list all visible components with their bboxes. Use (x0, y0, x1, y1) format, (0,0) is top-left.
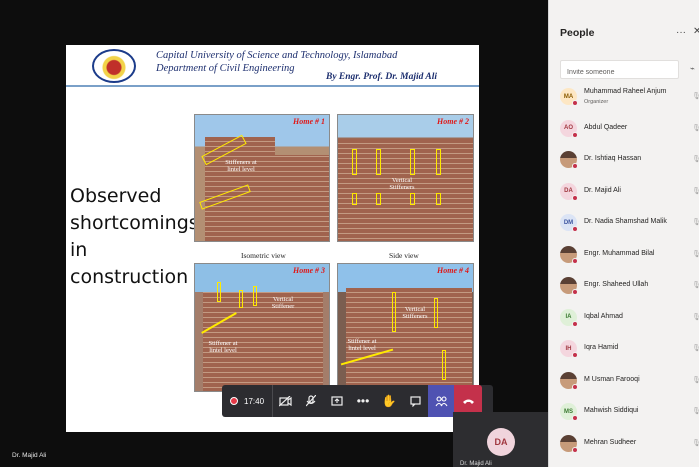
share-link-icon[interactable]: ⌁ (690, 64, 695, 73)
mic-off-icon: 🎙 (692, 408, 699, 415)
slide-header: Capital University of Science and Techno… (66, 45, 479, 87)
photo-label: Home # 3 (293, 266, 325, 275)
participant-name: Muhammad Raheel Anjum (584, 88, 667, 95)
photo-note: Vertical Stiffeners (389, 177, 415, 191)
people-panel: People ··· ✕ ⌁ MAMuhammad Raheel AnjumOr… (548, 0, 699, 467)
home-3-photo: Vertical Stiffener Stiffener at lintel l… (194, 263, 330, 392)
participant-name: Dr. Nadia Shamshad Malik (584, 218, 667, 225)
participant-item[interactable]: DM Dr. Nadia Shamshad Malik 🎙 (549, 212, 699, 240)
slide-heading: Observed shortcomings in construction (70, 185, 199, 288)
photo-label: Home # 2 (437, 117, 469, 126)
mic-off-icon: 🎙 (692, 187, 699, 195)
photo-caption: Isometric view (241, 251, 286, 260)
mic-off-icon: 🎙 (692, 250, 699, 258)
presence-indicator (572, 383, 578, 390)
participant-item[interactable]: Engr. Muhammad Bilal 🎙 (549, 244, 699, 272)
photo-note: Stiffeners at lintel level (225, 159, 257, 173)
close-icon[interactable]: ✕ (693, 26, 699, 37)
mic-off-icon: 🎙 (692, 219, 699, 226)
participant-item[interactable]: Mehran Sudheer 🎙 (549, 433, 699, 461)
participant-item[interactable]: Engr. Shaheed Ullah 🎙 (549, 275, 699, 303)
university-name: Capital University of Science and Techno… (156, 50, 398, 61)
mute-button[interactable] (298, 385, 324, 417)
participant-name: Mehran Sudheer (584, 438, 637, 446)
mic-off-icon: 🎙 (692, 93, 699, 100)
department-name: Department of Civil Engineering (156, 63, 295, 74)
presence-indicator (572, 131, 578, 138)
participant-item[interactable]: MS Mahwish Siddiqui 🎙 (549, 401, 699, 429)
people-panel-title: People (560, 27, 595, 39)
home-1-photo: Stiffeners at lintel level Home # 1 (194, 114, 330, 242)
self-avatar: DA (487, 428, 515, 456)
mic-off-icon: 🎙 (692, 439, 699, 447)
participant-name: Iqbal Ahmad (584, 312, 623, 320)
presenter-name: Dr. Majid Ali (12, 452, 47, 459)
presence-indicator (572, 352, 578, 358)
photo-note: Stiffener at lintel level (347, 338, 377, 352)
presence-indicator (572, 226, 578, 232)
photo-label: Home # 1 (293, 117, 325, 126)
participant-item[interactable]: DA Dr. Majid Ali 🎙 (549, 181, 699, 209)
photo-note: Vertical Stiffener (271, 296, 295, 310)
slide-author: By Engr. Prof. Dr. Majid Ali (326, 72, 438, 82)
hand-icon: ✋ (381, 394, 397, 408)
presence-indicator (572, 194, 578, 201)
presence-indicator (572, 257, 578, 264)
mic-off-icon: 🎙 (692, 345, 699, 352)
presence-indicator (572, 415, 578, 421)
participant-name: Abdul Qadeer (584, 123, 628, 131)
participant-item[interactable]: IH Iqra Hamid 🎙 (549, 338, 699, 366)
home-2-photo: Vertical Stiffeners Home # 2 (337, 114, 474, 242)
invite-input[interactable] (560, 60, 679, 79)
participant-item[interactable]: MA Muhammad Raheel Anjum Organizer 🎙 (549, 86, 699, 114)
call-timer: 17:40 (244, 396, 265, 406)
raise-hand-button[interactable]: ✋ (376, 385, 402, 417)
photo-note: Vertical Stiffeners (402, 306, 428, 320)
photo-label: Home # 4 (437, 266, 469, 275)
participant-name: M Usman Farooqi (584, 375, 640, 383)
chat-button[interactable] (402, 385, 428, 417)
recording-icon (230, 397, 238, 405)
presence-indicator (572, 163, 578, 169)
participant-name: Engr. Shaheed Ullah (584, 281, 649, 288)
share-screen-icon (331, 395, 343, 406)
presentation-slide: Capital University of Science and Techno… (66, 45, 479, 432)
mic-off-icon: 🎙 (692, 376, 699, 384)
presence-indicator (572, 446, 578, 453)
participant-name: Iqra Hamid (584, 344, 619, 351)
participants-button[interactable] (428, 385, 455, 417)
chat-icon (409, 395, 421, 407)
phone-hangup-icon (462, 399, 474, 404)
mic-off-icon: 🎙 (692, 124, 699, 132)
participant-item[interactable]: AO Abdul Qadeer 🎙 (549, 118, 699, 146)
self-name: Dr. Majid Ali (460, 461, 492, 467)
mic-off-icon: 🎙 (692, 156, 699, 163)
participant-item[interactable]: IA Iqbal Ahmad 🎙 (549, 307, 699, 335)
mic-off-icon: 🎙 (692, 313, 699, 321)
people-icon (435, 395, 448, 406)
camera-off-icon (279, 395, 292, 406)
participant-name: Dr. Ishtiaq Hassan (584, 155, 642, 162)
shared-content-stage: Capital University of Science and Techno… (0, 0, 548, 467)
participant-role: Organizer (584, 99, 609, 105)
participant-name: Engr. Muhammad Bilal (584, 249, 655, 257)
mic-off-icon: 🎙 (692, 282, 699, 289)
photo-caption: Side view (389, 251, 419, 260)
home-4-photo: Vertical Stiffeners Stiffener at lintel … (337, 263, 474, 392)
participant-item[interactable]: Dr. Ishtiaq Hassan 🎙 (549, 149, 699, 177)
university-logo (92, 49, 136, 83)
presence-indicator (572, 289, 578, 295)
more-actions-button[interactable]: ••• (350, 385, 376, 417)
more-options-icon[interactable]: ··· (676, 27, 686, 38)
mic-off-icon (306, 395, 317, 407)
presence-indicator (572, 320, 578, 327)
participant-name: Dr. Majid Ali (584, 186, 621, 194)
participant-item[interactable]: M Usman Farooqi 🎙 (549, 370, 699, 398)
ellipsis-icon: ••• (356, 394, 370, 408)
camera-off-button[interactable] (272, 385, 298, 417)
share-screen-button[interactable] (324, 385, 350, 417)
presence-indicator (572, 100, 578, 106)
participant-name: Mahwish Siddiqui (584, 407, 639, 414)
photo-note: Stiffener at lintel level (208, 340, 238, 354)
